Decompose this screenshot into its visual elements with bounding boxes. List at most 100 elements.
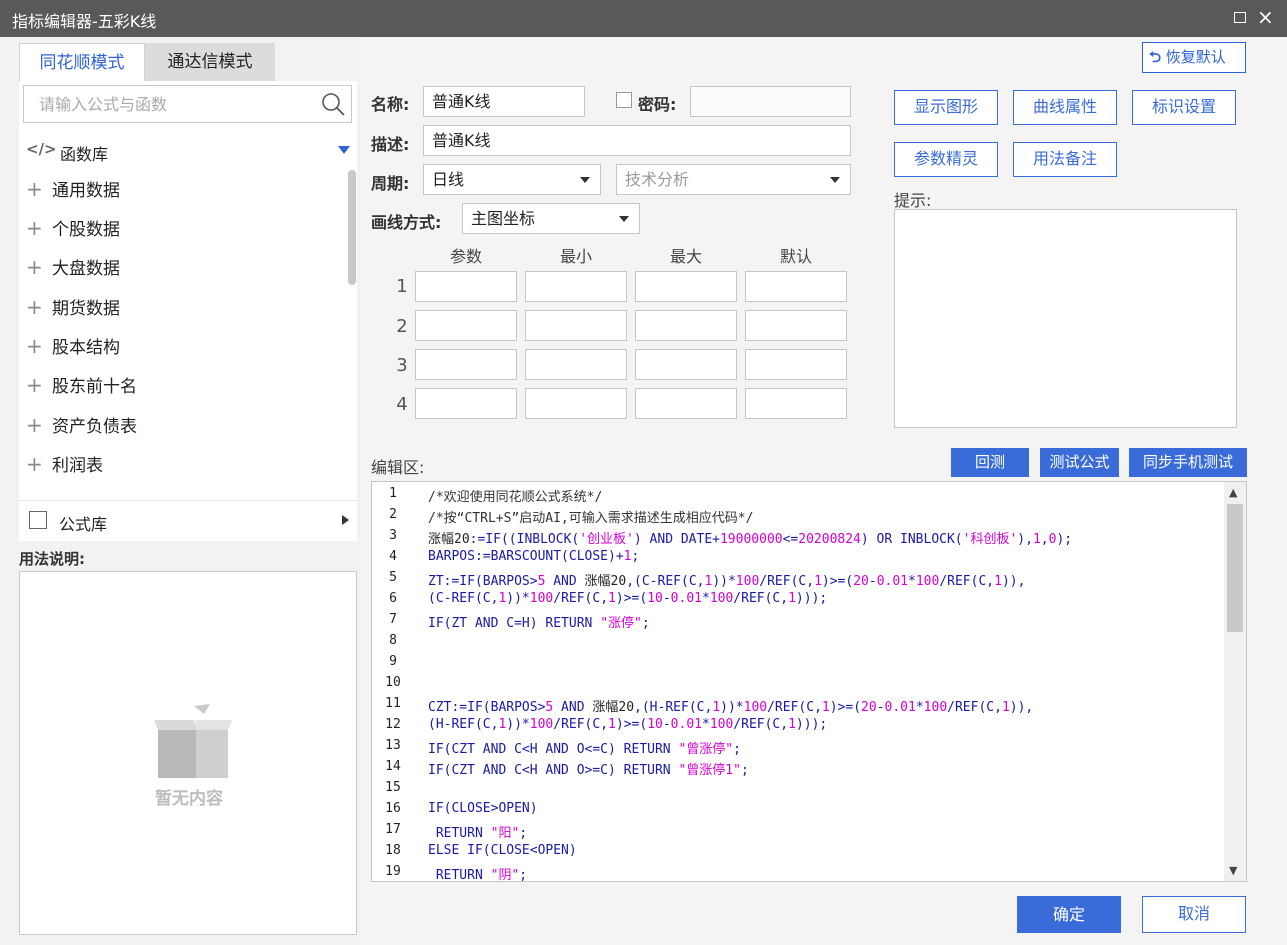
line-number: 7 bbox=[389, 612, 397, 627]
formula-library-header[interactable]: 公式库 bbox=[19, 500, 357, 540]
code-line: IF(CZT AND C<H AND O>=C) RETURN "曾涨停1"; bbox=[428, 763, 749, 778]
editor-scrollbar[interactable]: ▲ ▼ bbox=[1224, 482, 1246, 881]
line-number: 1 bbox=[389, 486, 397, 501]
tree-item-label: 个股数据 bbox=[52, 220, 120, 240]
tree-item-balance-sheet[interactable]: + 资产负债表 bbox=[26, 407, 137, 443]
code-line: ZT:=IF(BARPOS>5 AND 涨幅20,(C-REF(C,1))*10… bbox=[428, 574, 1026, 589]
line-number: 11 bbox=[385, 696, 401, 711]
empty-box-icon bbox=[154, 704, 232, 778]
close-icon[interactable]: × bbox=[1257, 5, 1274, 29]
code-line: IF(CZT AND C<H AND O<=C) RETURN "曾涨停"; bbox=[428, 742, 741, 757]
plus-icon: + bbox=[26, 452, 43, 476]
maximize-icon[interactable] bbox=[1234, 12, 1246, 23]
usage-notes-button[interactable]: 用法备注 bbox=[1013, 142, 1117, 177]
category-select[interactable]: 技术分析 bbox=[616, 164, 851, 195]
line-number: 4 bbox=[389, 549, 397, 564]
restore-default-label: 恢复默认 bbox=[1165, 48, 1226, 66]
param-header-min: 最小 bbox=[559, 247, 592, 266]
param-3-name[interactable] bbox=[415, 349, 517, 380]
param-2-max[interactable] bbox=[635, 310, 737, 341]
chevron-down-icon[interactable] bbox=[338, 146, 350, 154]
curve-properties-button[interactable]: 曲线属性 bbox=[1013, 90, 1117, 125]
param-1-max[interactable] bbox=[635, 271, 737, 302]
line-number: 18 bbox=[385, 843, 401, 858]
code-line: (C-REF(C,1))*100/REF(C,1)>=(10-0.01*100/… bbox=[428, 591, 828, 606]
tab-tongdaxin-mode[interactable]: 通达信模式 bbox=[145, 43, 275, 81]
param-2-default[interactable] bbox=[745, 310, 847, 341]
tree-item-share-structure[interactable]: + 股本结构 bbox=[26, 328, 120, 364]
scroll-up-icon[interactable]: ▲ bbox=[1229, 486, 1237, 499]
param-1-default[interactable] bbox=[745, 271, 847, 302]
param-3-max[interactable] bbox=[635, 349, 737, 380]
period-select[interactable]: 日线 bbox=[423, 164, 601, 195]
line-number: 8 bbox=[389, 633, 397, 648]
scroll-down-icon[interactable]: ▼ bbox=[1229, 864, 1237, 877]
code-line: RETURN "阴"; bbox=[428, 868, 528, 882]
tree-item-label: 利润表 bbox=[52, 456, 103, 476]
code-line: /*按“CTRL+S”启动AI,可输入需求描述生成相应代码*/ bbox=[428, 511, 754, 526]
function-library-label[interactable]: 函数库 bbox=[60, 141, 108, 165]
param-row-number: 1 bbox=[396, 276, 408, 297]
draw-mode-select[interactable]: 主图坐标 bbox=[462, 203, 640, 234]
caret-down-icon bbox=[830, 177, 840, 183]
backtest-button[interactable]: 回测 bbox=[951, 448, 1029, 477]
param-header-default: 默认 bbox=[779, 247, 812, 266]
param-row-number: 4 bbox=[396, 394, 408, 415]
param-3-min[interactable] bbox=[525, 349, 627, 380]
param-2-name[interactable] bbox=[415, 310, 517, 341]
line-number: 2 bbox=[389, 507, 397, 522]
line-number: 16 bbox=[385, 801, 401, 816]
tree-item-futures-data[interactable]: + 期货数据 bbox=[26, 289, 120, 325]
test-formula-button[interactable]: 测试公式 bbox=[1040, 448, 1119, 477]
param-4-max[interactable] bbox=[635, 388, 737, 419]
param-4-min[interactable] bbox=[525, 388, 627, 419]
code-icon: </> bbox=[26, 140, 57, 158]
plus-icon: + bbox=[26, 413, 43, 437]
line-number: 15 bbox=[385, 780, 401, 795]
tree-item-income-statement[interactable]: + 利润表 bbox=[26, 446, 103, 482]
password-checkbox[interactable] bbox=[616, 92, 632, 108]
tree-item-general-data[interactable]: + 通用数据 bbox=[26, 171, 120, 207]
password-field[interactable] bbox=[690, 86, 851, 117]
param-3-default[interactable] bbox=[745, 349, 847, 380]
scrollbar-thumb[interactable] bbox=[1227, 504, 1243, 632]
param-1-min[interactable] bbox=[525, 271, 627, 302]
param-2-min[interactable] bbox=[525, 310, 627, 341]
tree-scrollbar[interactable] bbox=[348, 170, 356, 285]
name-field[interactable]: 普通K线 bbox=[423, 86, 585, 117]
show-graph-button[interactable]: 显示图形 bbox=[894, 90, 998, 125]
chevron-right-icon[interactable] bbox=[342, 515, 349, 525]
hint-box bbox=[894, 209, 1237, 428]
tree-item-stock-data[interactable]: + 个股数据 bbox=[26, 210, 120, 246]
code-line: BARPOS:=BARSCOUNT(CLOSE)+1; bbox=[428, 549, 640, 564]
document-icon bbox=[29, 511, 47, 529]
tree-item-market-data[interactable]: + 大盘数据 bbox=[26, 249, 120, 285]
parameter-wizard-button[interactable]: 参数精灵 bbox=[894, 142, 998, 177]
marker-settings-button[interactable]: 标识设置 bbox=[1132, 90, 1236, 125]
caret-down-icon bbox=[580, 177, 590, 183]
restore-default-button[interactable]: ⮌ 恢复默认 bbox=[1142, 42, 1246, 73]
editor-label: 编辑区: bbox=[371, 458, 425, 477]
param-4-name[interactable] bbox=[415, 388, 517, 419]
tab-tonghuashun-mode[interactable]: 同花顺模式 bbox=[19, 43, 145, 81]
line-number: 13 bbox=[385, 738, 401, 753]
category-select-value: 技术分析 bbox=[625, 170, 690, 189]
code-editor[interactable]: 1 2 3 4 5 6 7 8 9 10 11 12 13 14 15 16 1… bbox=[371, 481, 1247, 882]
search-icon[interactable] bbox=[321, 92, 345, 116]
code-line: ELSE IF(CLOSE<OPEN) bbox=[428, 843, 577, 858]
code-line: CZT:=IF(BARPOS>5 AND 涨幅20,(H-REF(C,1))*1… bbox=[428, 700, 1034, 715]
password-label: 密码: bbox=[638, 95, 677, 114]
search-box bbox=[23, 85, 352, 123]
cancel-button[interactable]: 取消 bbox=[1142, 896, 1246, 933]
tree-item-top-shareholders[interactable]: + 股东前十名 bbox=[26, 367, 137, 403]
period-label: 周期: bbox=[371, 174, 410, 193]
line-number: 5 bbox=[389, 570, 397, 585]
ok-button[interactable]: 确定 bbox=[1017, 896, 1121, 933]
search-input[interactable] bbox=[25, 87, 315, 121]
formula-library-label: 公式库 bbox=[59, 515, 108, 534]
undo-icon: ⮌ bbox=[1149, 48, 1162, 66]
param-1-name[interactable] bbox=[415, 271, 517, 302]
sync-mobile-test-button[interactable]: 同步手机测试 bbox=[1129, 448, 1247, 477]
param-4-default[interactable] bbox=[745, 388, 847, 419]
description-field[interactable]: 普通K线 bbox=[423, 125, 851, 156]
